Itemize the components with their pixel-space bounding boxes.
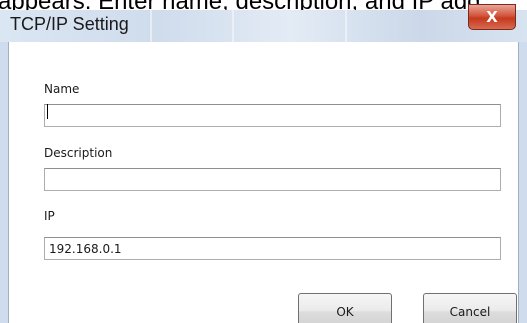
titlebar-highlight: [150, 10, 152, 42]
window-frame-left: [0, 42, 8, 323]
description-field[interactable]: [44, 168, 501, 191]
titlebar-highlight: [345, 10, 347, 42]
name-field[interactable]: [44, 104, 501, 127]
window-title: TCP/IP Setting: [10, 14, 129, 34]
ok-button[interactable]: OK: [298, 293, 392, 323]
screenshot: appears. Enter name, description, and IP…: [0, 0, 527, 323]
ip-label: IP: [44, 209, 55, 223]
text-caret: [47, 104, 48, 119]
ip-field[interactable]: [44, 237, 501, 260]
description-label: Description: [44, 146, 113, 160]
dialog-content: Name Description IP OK Cancel: [8, 42, 519, 323]
close-button[interactable]: X: [468, 4, 516, 30]
cancel-button[interactable]: Cancel: [423, 293, 517, 323]
close-icon: X: [486, 8, 498, 26]
title-bar[interactable]: TCP/IP Setting: [0, 10, 527, 42]
name-label: Name: [44, 82, 80, 96]
tcpip-setting-dialog: TCP/IP Setting X Name Description IP OK …: [0, 4, 527, 323]
titlebar-highlight: [232, 10, 234, 42]
window-frame-right: [519, 42, 527, 323]
